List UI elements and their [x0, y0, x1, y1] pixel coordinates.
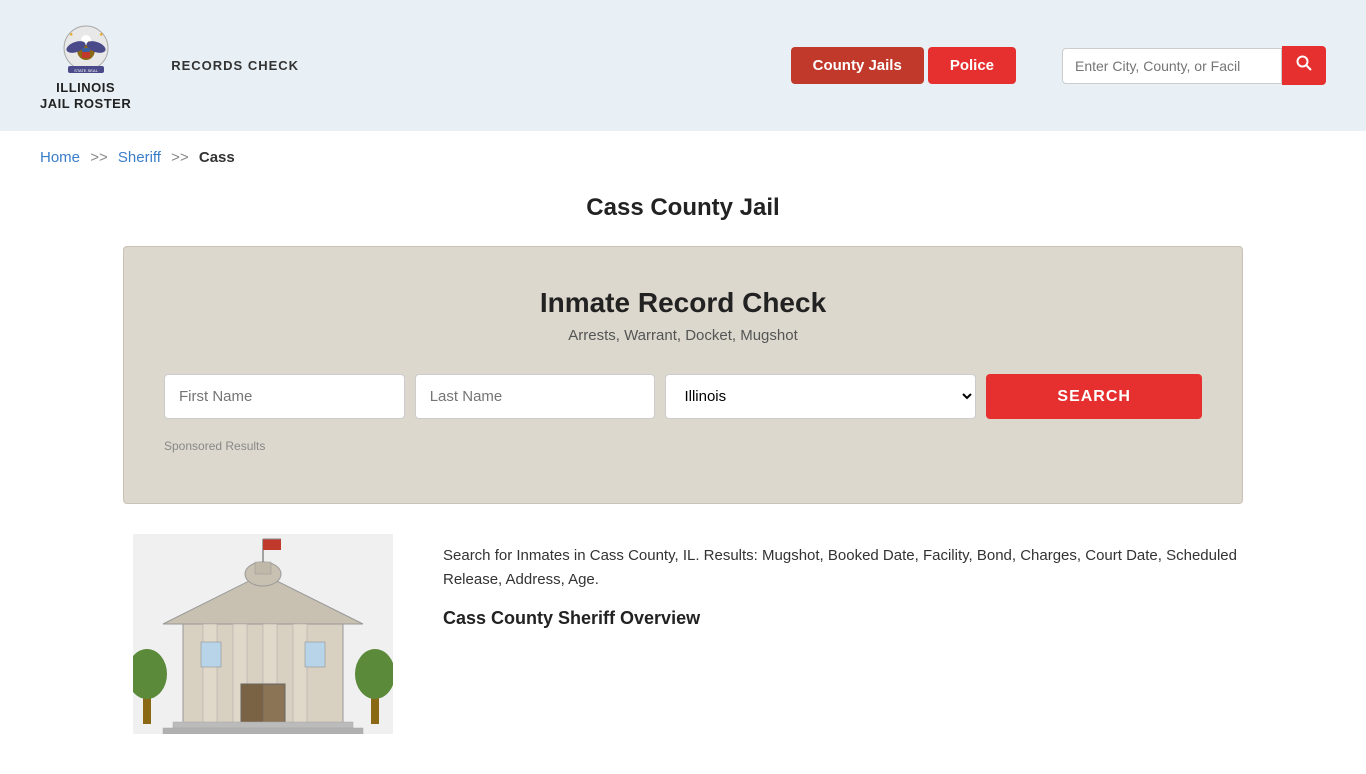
breadcrumb-home[interactable]: Home	[40, 149, 80, 166]
last-name-input[interactable]	[415, 374, 656, 419]
nav-buttons: County Jails Police	[791, 47, 1016, 84]
breadcrumb-sheriff[interactable]: Sheriff	[118, 149, 161, 166]
sheriff-heading: Cass County Sheriff Overview	[443, 608, 1243, 629]
header-search-bar	[1062, 46, 1326, 85]
header-search-input[interactable]	[1062, 48, 1282, 84]
police-button[interactable]: Police	[928, 47, 1016, 84]
courthouse-image	[123, 534, 403, 734]
logo-link[interactable]: ★ ★ STATE SEAL ILLINOIS JAIL ROSTER	[40, 20, 131, 111]
inmate-search-fields: AlabamaAlaskaArizonaArkansasCaliforniaCo…	[164, 374, 1202, 419]
svg-text:★: ★	[69, 32, 74, 38]
header: ★ ★ STATE SEAL ILLINOIS JAIL ROSTER RECO…	[0, 0, 1366, 131]
search-icon	[1296, 55, 1312, 71]
breadcrumb-sep-2: >>	[171, 149, 189, 166]
breadcrumb-current: Cass	[199, 149, 235, 166]
bottom-text: Search for Inmates in Cass County, IL. R…	[443, 534, 1243, 734]
records-check-link[interactable]: RECORDS CHECK	[171, 58, 299, 73]
inmate-search-button[interactable]: SEARCH	[986, 374, 1202, 419]
sponsored-label: Sponsored Results	[164, 439, 1202, 453]
page-title: Cass County Jail	[0, 184, 1366, 246]
bottom-section: Search for Inmates in Cass County, IL. R…	[123, 534, 1243, 774]
county-jails-button[interactable]: County Jails	[791, 47, 924, 84]
inmate-search-title: Inmate Record Check	[164, 287, 1202, 319]
header-search-button[interactable]	[1282, 46, 1326, 85]
inmate-search-subtitle: Arrests, Warrant, Docket, Mugshot	[164, 327, 1202, 344]
svg-text:★: ★	[99, 32, 104, 38]
logo-icon: ★ ★ STATE SEAL	[56, 20, 116, 80]
breadcrumb-sep-1: >>	[90, 149, 108, 166]
state-select[interactable]: AlabamaAlaskaArizonaArkansasCaliforniaCo…	[665, 374, 976, 419]
svg-text:STATE SEAL: STATE SEAL	[74, 68, 98, 73]
first-name-input[interactable]	[164, 374, 405, 419]
inmate-search-container: Inmate Record Check Arrests, Warrant, Do…	[123, 246, 1243, 504]
courthouse-svg	[133, 534, 393, 734]
breadcrumb: Home >> Sheriff >> Cass	[0, 131, 1366, 184]
bottom-description: Search for Inmates in Cass County, IL. R…	[443, 544, 1243, 592]
logo-text: ILLINOIS JAIL ROSTER	[40, 80, 131, 111]
